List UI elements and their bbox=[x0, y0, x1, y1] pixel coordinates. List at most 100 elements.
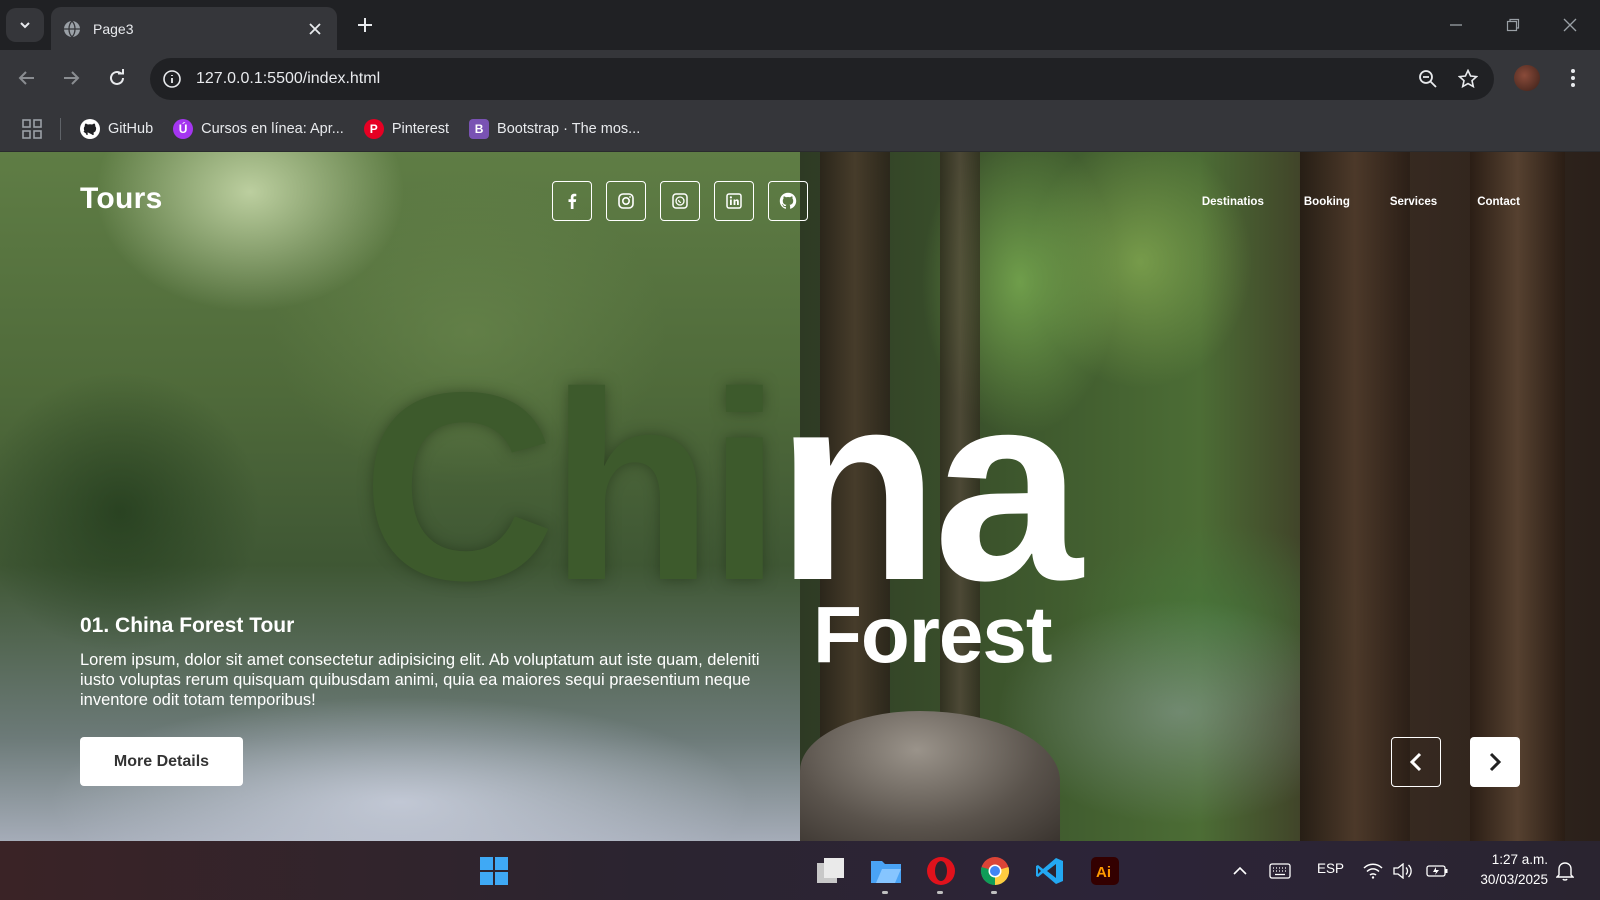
keyboard-icon bbox=[1269, 863, 1291, 879]
plus-icon bbox=[358, 18, 372, 32]
task-view-icon bbox=[817, 858, 844, 883]
main-nav: Destinatios Booking Services Contact bbox=[1202, 196, 1520, 208]
slider-prev-button[interactable] bbox=[1391, 737, 1441, 787]
nav-link-booking[interactable]: Booking bbox=[1304, 196, 1350, 208]
apps-grid-icon[interactable] bbox=[22, 119, 42, 139]
chevron-down-icon bbox=[20, 22, 30, 29]
windows-logo-icon bbox=[480, 857, 508, 885]
instagram-icon bbox=[618, 193, 634, 209]
tray-keyboard[interactable] bbox=[1265, 853, 1295, 889]
browser-tab[interactable]: Page3 bbox=[51, 7, 337, 50]
social-links bbox=[552, 181, 808, 221]
tray-notifications[interactable] bbox=[1550, 853, 1580, 889]
taskbar-file-explorer[interactable] bbox=[868, 853, 904, 889]
chrome-icon bbox=[980, 857, 1010, 886]
running-indicator bbox=[882, 891, 888, 894]
tray-wifi[interactable] bbox=[1360, 853, 1386, 889]
bookmark-label: Cursos en línea: Apr... bbox=[201, 121, 344, 137]
facebook-link[interactable] bbox=[552, 181, 592, 221]
forward-button[interactable] bbox=[55, 62, 87, 94]
browser-toolbar: 127.0.0.1:5500/index.html bbox=[0, 50, 1600, 106]
tray-overflow-button[interactable] bbox=[1226, 853, 1254, 889]
slider-next-button[interactable] bbox=[1470, 737, 1520, 787]
tray-clock[interactable]: 1:27 a.m. 30/03/2025 bbox=[1452, 850, 1548, 890]
wifi-icon bbox=[1363, 863, 1383, 879]
linkedin-link[interactable] bbox=[714, 181, 754, 221]
whatsapp-icon bbox=[672, 193, 688, 209]
back-button[interactable] bbox=[11, 62, 43, 94]
taskbar-vscode[interactable] bbox=[1032, 853, 1068, 889]
clock-time: 1:27 a.m. bbox=[1491, 852, 1548, 867]
pinterest-icon: P bbox=[363, 119, 384, 139]
instagram-link[interactable] bbox=[606, 181, 646, 221]
reload-icon bbox=[110, 69, 124, 85]
arrow-right-icon bbox=[64, 71, 80, 85]
reload-button[interactable] bbox=[101, 62, 133, 94]
page-viewport: Tours Destinatios Booking Services Conta… bbox=[0, 152, 1600, 841]
whatsapp-link[interactable] bbox=[660, 181, 700, 221]
chevron-right-icon bbox=[1489, 752, 1502, 772]
tab-close-icon[interactable] bbox=[305, 19, 325, 39]
svg-text:Ai: Ai bbox=[1096, 864, 1111, 881]
opera-icon bbox=[927, 857, 955, 885]
close-window-button[interactable] bbox=[1555, 10, 1585, 40]
vscode-icon bbox=[1036, 858, 1063, 884]
new-tab-button[interactable] bbox=[352, 12, 378, 38]
address-bar[interactable]: 127.0.0.1:5500/index.html bbox=[150, 58, 1494, 100]
start-button[interactable] bbox=[476, 853, 512, 889]
rock bbox=[800, 711, 1060, 841]
minimize-button[interactable] bbox=[1441, 10, 1471, 40]
site-logo[interactable]: Tours bbox=[80, 182, 163, 216]
nav-link-destinations[interactable]: Destinatios bbox=[1202, 196, 1264, 208]
more-details-button[interactable]: More Details bbox=[80, 737, 243, 786]
tray-language[interactable]: ESP bbox=[1317, 861, 1344, 876]
site-info-icon[interactable] bbox=[162, 69, 182, 89]
hero-title: China bbox=[362, 352, 1082, 620]
taskbar-illustrator[interactable]: Ai bbox=[1087, 853, 1123, 889]
bookmark-udemy[interactable]: Ú Cursos en línea: Apr... bbox=[173, 119, 344, 139]
bookmark-star-icon[interactable] bbox=[1454, 65, 1482, 93]
bookmark-label: GitHub bbox=[108, 121, 154, 137]
chevron-up-icon bbox=[1233, 866, 1247, 875]
browser-menu-button[interactable] bbox=[1560, 64, 1586, 92]
github-link[interactable] bbox=[768, 181, 808, 221]
bookmark-bootstrap[interactable]: B Bootstrap · The mos... bbox=[469, 119, 640, 139]
bookmark-github[interactable]: GitHub bbox=[80, 119, 153, 139]
tab-title: Page3 bbox=[93, 20, 134, 37]
hero-subtitle: Forest bbox=[813, 590, 1052, 679]
udemy-icon: Ú bbox=[173, 119, 194, 139]
clock-date: 30/03/2025 bbox=[1480, 872, 1548, 887]
nav-link-contact[interactable]: Contact bbox=[1477, 196, 1520, 208]
bell-icon bbox=[1556, 862, 1574, 881]
bootstrap-icon: B bbox=[469, 119, 490, 139]
taskbar-opera[interactable] bbox=[923, 853, 959, 889]
taskbar-chrome[interactable] bbox=[977, 853, 1013, 889]
tour-title: 01. China Forest Tour bbox=[80, 614, 295, 637]
battery-charging-icon bbox=[1426, 865, 1448, 877]
url-text[interactable]: 127.0.0.1:5500/index.html bbox=[196, 70, 1402, 88]
arrow-left-icon bbox=[18, 71, 34, 85]
running-indicator bbox=[991, 891, 997, 894]
speaker-icon bbox=[1393, 863, 1412, 879]
taskbar-task-view[interactable] bbox=[813, 853, 849, 889]
chevron-left-icon bbox=[1409, 752, 1422, 772]
globe-icon bbox=[64, 20, 80, 37]
restore-icon bbox=[1506, 18, 1520, 32]
linkedin-icon bbox=[726, 193, 742, 209]
running-indicator bbox=[937, 891, 943, 894]
nav-link-services[interactable]: Services bbox=[1390, 196, 1437, 208]
bookmark-pinterest[interactable]: P Pinterest bbox=[363, 119, 449, 139]
github-icon bbox=[779, 192, 797, 209]
tray-battery[interactable] bbox=[1423, 853, 1451, 889]
bookmarks-separator bbox=[60, 118, 61, 140]
windows-taskbar: Ai ESP 1:27 a.m. 30/03/2025 bbox=[0, 841, 1600, 900]
restore-button[interactable] bbox=[1498, 10, 1528, 40]
more-vertical-icon bbox=[1571, 69, 1575, 87]
tray-volume[interactable] bbox=[1390, 853, 1416, 889]
tab-search-button[interactable] bbox=[6, 8, 44, 42]
facebook-icon bbox=[568, 193, 577, 209]
profile-avatar[interactable] bbox=[1514, 65, 1540, 91]
github-icon bbox=[80, 119, 100, 139]
tab-strip: Page3 bbox=[0, 0, 1600, 50]
zoom-icon[interactable] bbox=[1414, 65, 1442, 93]
